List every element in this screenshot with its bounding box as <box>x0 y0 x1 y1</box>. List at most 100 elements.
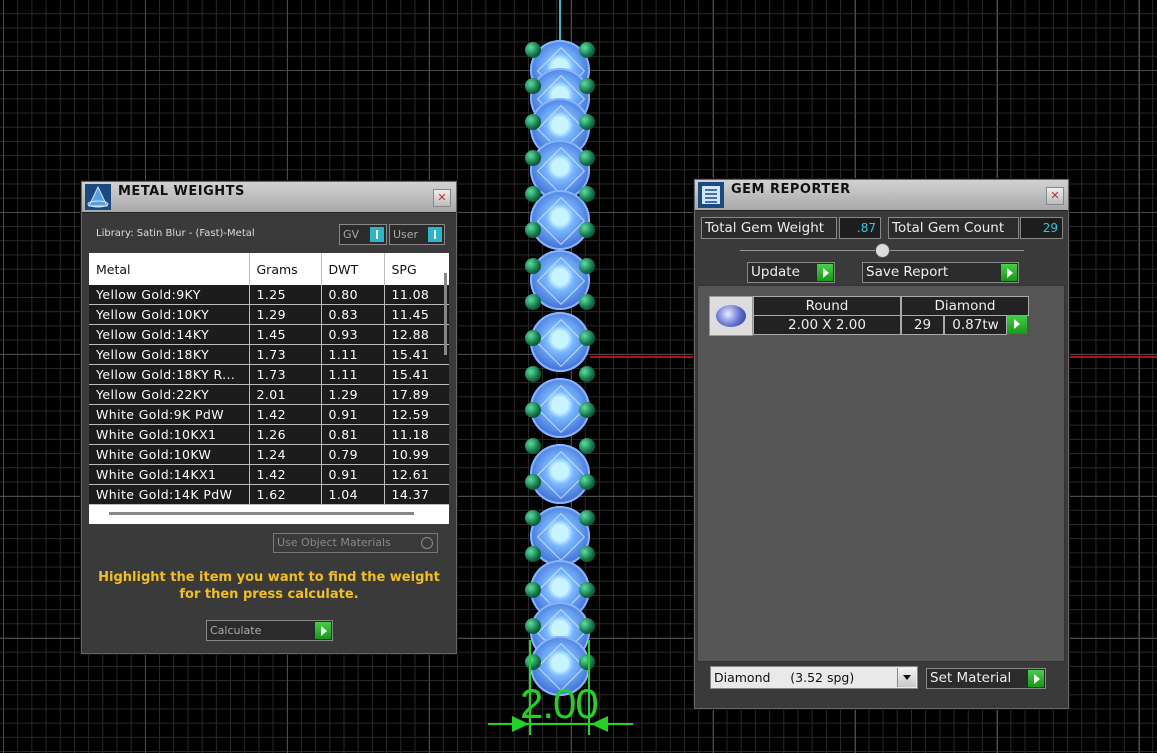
set-material-button[interactable]: Set Material <box>926 668 1046 689</box>
table-row[interactable]: Yellow Gold:14KY 1.45 0.93 12.88 <box>89 324 449 345</box>
prong-bead <box>525 510 541 526</box>
total-gem-count-label: Total Gem Count <box>888 217 1019 239</box>
prong-bead <box>579 474 595 490</box>
report-logo-icon <box>698 182 724 208</box>
chevron-down-icon[interactable] <box>897 668 916 687</box>
play-arrow-icon <box>1028 670 1044 687</box>
spg-value: 15.41 <box>384 364 449 385</box>
prong-bead <box>525 402 541 418</box>
update-button[interactable]: Update <box>747 262 835 283</box>
table-row[interactable]: White Gold:9K PdW 1.42 0.91 12.59 <box>89 404 449 425</box>
save-report-button[interactable]: Save Report <box>862 262 1019 283</box>
gem-chain-model[interactable] <box>525 40 595 696</box>
total-gem-weight-label: Total Gem Weight <box>701 217 837 239</box>
grams-value: 2.01 <box>249 384 322 405</box>
gem-count: 29 <box>901 315 944 335</box>
prong-bead <box>579 78 595 94</box>
prong-bead <box>579 510 595 526</box>
gv-toggle[interactable]: GV <box>339 224 387 245</box>
prong-bead <box>579 114 595 130</box>
slider-handle[interactable] <box>875 243 890 258</box>
close-icon[interactable]: ✕ <box>433 189 451 207</box>
grams-value: 1.73 <box>249 364 322 385</box>
gem-thumbnail[interactable] <box>709 296 753 336</box>
table-row[interactable]: White Gold:14KX1 1.42 0.91 12.61 <box>89 464 449 485</box>
grams-value: 1.24 <box>249 444 322 465</box>
horizontal-scrollbar[interactable] <box>109 512 414 515</box>
prong-bead <box>525 258 541 274</box>
metal-name: White Gold:14KX1 <box>89 464 250 485</box>
prong-bead <box>525 222 541 238</box>
calculate-button[interactable]: Calculate <box>206 620 333 641</box>
user-toggle[interactable]: User <box>389 224 445 245</box>
prong-bead <box>579 654 595 670</box>
prong-bead <box>579 366 595 382</box>
metal-table-container[interactable]: Metal Grams DWT SPG Yellow Gold:9KY 1.25 0… <box>89 253 449 524</box>
table-row[interactable]: Yellow Gold:10KY 1.29 0.83 11.45 <box>89 304 449 325</box>
dwt-value: 1.11 <box>321 344 385 365</box>
gem-shape: Round <box>753 296 901 316</box>
table-row[interactable]: Yellow Gold:18KY R... 1.73 1.11 15.41 <box>89 364 449 385</box>
prong-bead <box>579 294 595 310</box>
table-row[interactable]: Yellow Gold:9KY 1.25 0.80 11.08 <box>89 285 449 305</box>
metal-name: Yellow Gold:18KY <box>89 344 250 365</box>
gem-size: 2.00 X 2.00 <box>753 315 901 335</box>
column-header-grams[interactable]: Grams <box>249 253 322 285</box>
vertical-scrollbar[interactable] <box>444 273 447 355</box>
grams-value: 1.45 <box>249 324 322 345</box>
dwt-value: 0.80 <box>321 285 385 305</box>
table-row[interactable]: Yellow Gold:22KY 2.01 1.29 17.89 <box>89 384 449 405</box>
metal-name: Yellow Gold:22KY <box>89 384 250 405</box>
metal-name: White Gold:10KW <box>89 444 250 465</box>
dwt-value: 1.04 <box>321 484 385 505</box>
gem-reporter-title: GEM REPORTER <box>731 182 851 197</box>
dwt-value: 0.91 <box>321 464 385 485</box>
dimension-value: 2.00 <box>520 680 599 727</box>
radio-icon[interactable] <box>421 537 433 549</box>
prong-bead <box>579 222 595 238</box>
save-report-label: Save Report <box>866 264 949 280</box>
spg-value: 12.88 <box>384 324 449 345</box>
prong-bead <box>525 114 541 130</box>
prong-bead <box>525 330 541 346</box>
prong-bead <box>525 42 541 58</box>
gem-list[interactable]: Round Diamond 2.00 X 2.00 29 0.87tw <box>697 285 1065 662</box>
prong-bead <box>525 366 541 382</box>
dwt-value: 0.81 <box>321 424 385 445</box>
material-select[interactable]: Diamond (3.52 spg) <box>710 666 918 689</box>
column-header-dwt[interactable]: DWT <box>321 253 385 285</box>
user-label: User <box>393 228 419 241</box>
prong-bead <box>579 150 595 166</box>
table-row[interactable]: Yellow Gold:18KY 1.73 1.11 15.41 <box>89 344 449 365</box>
table-row[interactable]: White Gold:10KW 1.24 0.79 10.99 <box>89 444 449 465</box>
table-row[interactable]: White Gold:10KX1 1.26 0.81 11.18 <box>89 424 449 445</box>
metal-name: Yellow Gold:14KY <box>89 324 250 345</box>
metal-name: Yellow Gold:9KY <box>89 285 250 305</box>
metal-table-header: Metal Grams DWT SPG <box>89 253 449 285</box>
pyramid-logo-icon <box>85 184 111 210</box>
prong-bead <box>525 438 541 454</box>
column-header-metal[interactable]: Metal <box>89 253 250 285</box>
set-material-label: Set Material <box>930 670 1012 686</box>
gem-material: Diamond <box>901 296 1029 316</box>
metal-name: Yellow Gold:10KY <box>89 304 250 325</box>
metal-table: Metal Grams DWT SPG Yellow Gold:9KY 1.25 0… <box>89 253 449 505</box>
prong-bead <box>525 78 541 94</box>
dwt-value: 0.93 <box>321 324 385 345</box>
gem-row-play-icon[interactable] <box>1007 315 1027 334</box>
spg-value: 11.45 <box>384 304 449 325</box>
user-indicator-icon <box>428 227 442 242</box>
prong-bead <box>579 42 595 58</box>
use-object-materials-option[interactable]: Use Object Materials <box>273 533 438 553</box>
close-icon[interactable]: ✕ <box>1046 187 1064 205</box>
table-row[interactable]: White Gold:14K PdW 1.62 1.04 14.37 <box>89 484 449 505</box>
prong-bead <box>579 582 595 598</box>
prong-bead <box>579 618 595 634</box>
metal-weights-titlebar[interactable]: METAL WEIGHTS ✕ <box>82 182 456 213</box>
gem-reporter-titlebar[interactable]: GEM REPORTER ✕ <box>695 180 1068 211</box>
grams-value: 1.73 <box>249 344 322 365</box>
total-gem-weight-value: .87 <box>839 217 881 239</box>
grams-value: 1.26 <box>249 424 322 445</box>
prong-bead <box>579 330 595 346</box>
column-header-spg[interactable]: SPG <box>384 253 449 285</box>
